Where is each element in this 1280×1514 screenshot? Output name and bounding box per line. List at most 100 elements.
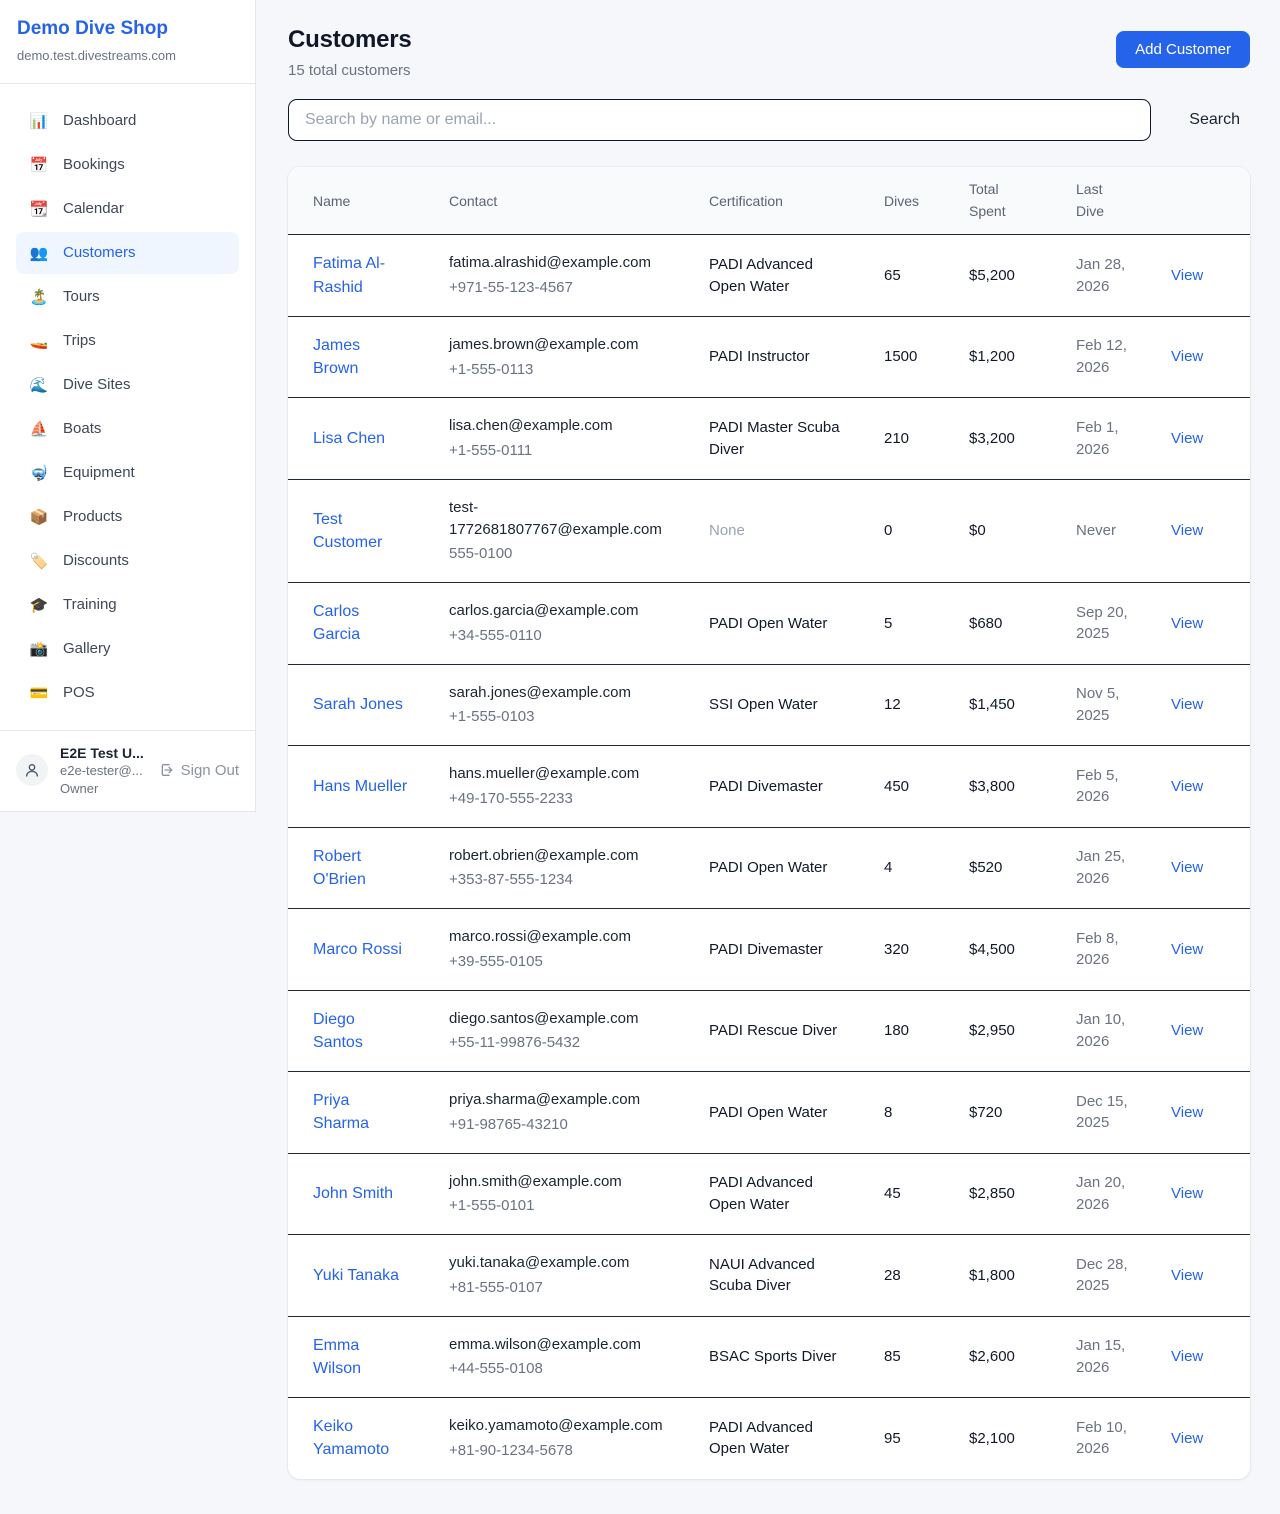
search-row: Search — [288, 99, 1250, 141]
cell-contact: sarah.jones@example.com+1-555-0103 — [433, 664, 693, 746]
credit-card-icon: 💳 — [28, 684, 50, 702]
view-link[interactable]: View — [1171, 1185, 1203, 1202]
cell-name: Lisa Chen — [288, 398, 433, 480]
view-link[interactable]: View — [1171, 267, 1203, 284]
cell-dives: 0 — [868, 479, 953, 582]
sidebar-item-gallery[interactable]: 📸Gallery — [16, 628, 239, 670]
cell-certification: PADI Divemaster — [693, 909, 868, 991]
cell-name: Diego Santos — [288, 990, 433, 1072]
customer-name-link[interactable]: Priya Sharma — [313, 1089, 409, 1135]
cell-dives: 1500 — [868, 316, 953, 398]
sidebar-item-dashboard[interactable]: 📊Dashboard — [16, 100, 239, 142]
sidebar-item-products[interactable]: 📦Products — [16, 496, 239, 538]
view-link[interactable]: View — [1171, 778, 1203, 795]
customers-table: NameContactCertificationDivesTotal Spent… — [288, 167, 1250, 1479]
customer-name-link[interactable]: Fatima Al-Rashid — [313, 252, 409, 298]
customer-name-link[interactable]: Sarah Jones — [313, 693, 403, 716]
customer-phone: +55-11-99876-5432 — [449, 1032, 677, 1054]
customers-table-card: NameContactCertificationDivesTotal Spent… — [288, 167, 1250, 1479]
customer-name-link[interactable]: Emma Wilson — [313, 1334, 409, 1380]
sidebar-item-dive-sites[interactable]: 🌊Dive Sites — [16, 364, 239, 406]
cell-action: View — [1155, 664, 1250, 746]
customer-name-link[interactable]: Yuki Tanaka — [313, 1264, 399, 1287]
sidebar-item-label: Bookings — [63, 156, 125, 173]
add-customer-button[interactable]: Add Customer — [1116, 31, 1250, 68]
customer-name-link[interactable]: Marco Rossi — [313, 938, 402, 961]
cell-name: Priya Sharma — [288, 1072, 433, 1154]
customer-name-link[interactable]: Keiko Yamamoto — [313, 1415, 409, 1461]
customer-name-link[interactable]: Carlos Garcia — [313, 600, 409, 646]
table-header: NameContactCertificationDivesTotal Spent… — [288, 167, 1250, 235]
cell-dives: 5 — [868, 583, 953, 665]
customer-name-link[interactable]: Test Customer — [313, 508, 409, 554]
table-row: Diego Santosdiego.santos@example.com+55-… — [288, 990, 1250, 1072]
sidebar-item-label: Boats — [63, 420, 101, 437]
cell-name: Sarah Jones — [288, 664, 433, 746]
cell-last-dive: Dec 15, 2025 — [1060, 1072, 1155, 1154]
view-link[interactable]: View — [1171, 348, 1203, 365]
customer-phone: +1-555-0101 — [449, 1195, 677, 1217]
view-link[interactable]: View — [1171, 1267, 1203, 1284]
cell-certification: SSI Open Water — [693, 664, 868, 746]
sidebar-item-calendar[interactable]: 📆Calendar — [16, 188, 239, 230]
user-info: E2E Test U... e2e-tester@... Owner — [60, 744, 159, 797]
view-link[interactable]: View — [1171, 859, 1203, 876]
search-input[interactable] — [288, 99, 1151, 141]
customer-name-link[interactable]: Lisa Chen — [313, 427, 385, 450]
view-link[interactable]: View — [1171, 1430, 1203, 1447]
brand-name[interactable]: Demo Dive Shop — [17, 18, 239, 41]
sidebar-item-tours[interactable]: 🏝️Tours — [16, 276, 239, 318]
search-button[interactable]: Search — [1179, 111, 1250, 129]
cell-certification: BSAC Sports Diver — [693, 1316, 868, 1398]
view-link[interactable]: View — [1171, 615, 1203, 632]
cell-total-spent: $5,200 — [953, 235, 1060, 317]
customer-phone: +91-98765-43210 — [449, 1114, 677, 1136]
sidebar-item-equipment[interactable]: 🤿Equipment — [16, 452, 239, 494]
view-link[interactable]: View — [1171, 522, 1203, 539]
customer-name-link[interactable]: Diego Santos — [313, 1008, 409, 1054]
customer-name-link[interactable]: Robert O'Brien — [313, 845, 409, 891]
table-row: Robert O'Brienrobert.obrien@example.com+… — [288, 827, 1250, 909]
sidebar-item-boats[interactable]: ⛵Boats — [16, 408, 239, 450]
cell-last-dive: Feb 1, 2026 — [1060, 398, 1155, 480]
sidebar-item-pos[interactable]: 💳POS — [16, 672, 239, 714]
customer-phone: +971-55-123-4567 — [449, 277, 677, 299]
customer-name-link[interactable]: James Brown — [313, 334, 409, 380]
view-link[interactable]: View — [1171, 1348, 1203, 1365]
view-link[interactable]: View — [1171, 696, 1203, 713]
sidebar-item-customers[interactable]: 👥Customers — [16, 232, 239, 274]
cell-dives: 85 — [868, 1316, 953, 1398]
sidebar: Demo Dive Shop demo.test.divestreams.com… — [0, 0, 256, 812]
customer-name-link[interactable]: Hans Mueller — [313, 775, 407, 798]
sidebar-item-training[interactable]: 🎓Training — [16, 584, 239, 626]
customer-phone: +34-555-0110 — [449, 625, 677, 647]
sidebar-item-trips[interactable]: 🚤Trips — [16, 320, 239, 362]
cell-action: View — [1155, 235, 1250, 317]
column-header-label: Dives — [884, 193, 919, 209]
sidebar-item-bookings[interactable]: 📅 Bookings — [16, 144, 239, 186]
sign-out-button[interactable]: Sign Out — [159, 762, 239, 779]
diving-mask-icon: 🤿 — [28, 464, 50, 482]
customer-email: hans.mueller@example.com — [449, 763, 677, 785]
view-link[interactable]: View — [1171, 1022, 1203, 1039]
table-row: Yuki Tanakayuki.tanaka@example.com+81-55… — [288, 1235, 1250, 1317]
cell-dives: 12 — [868, 664, 953, 746]
cell-certification: PADI Master Scuba Diver — [693, 398, 868, 480]
cell-total-spent: $1,800 — [953, 1235, 1060, 1317]
cell-name: Robert O'Brien — [288, 827, 433, 909]
user-email: e2e-tester@... — [60, 762, 159, 780]
customer-name-link[interactable]: John Smith — [313, 1182, 393, 1205]
cell-total-spent: $0 — [953, 479, 1060, 582]
bookings-calendar-icon: 📅 — [28, 156, 50, 174]
sidebar-item-discounts[interactable]: 🏷️Discounts — [16, 540, 239, 582]
wave-icon: 🌊 — [28, 376, 50, 394]
cell-certification: PADI Rescue Diver — [693, 990, 868, 1072]
view-link[interactable]: View — [1171, 941, 1203, 958]
view-link[interactable]: View — [1171, 1104, 1203, 1121]
column-header-dives: Dives — [868, 167, 953, 235]
cell-total-spent: $4,500 — [953, 909, 1060, 991]
cell-name: Emma Wilson — [288, 1316, 433, 1398]
view-link[interactable]: View — [1171, 430, 1203, 447]
customer-email: test-1772681807767@example.com — [449, 497, 677, 541]
customer-email: priya.sharma@example.com — [449, 1089, 677, 1111]
